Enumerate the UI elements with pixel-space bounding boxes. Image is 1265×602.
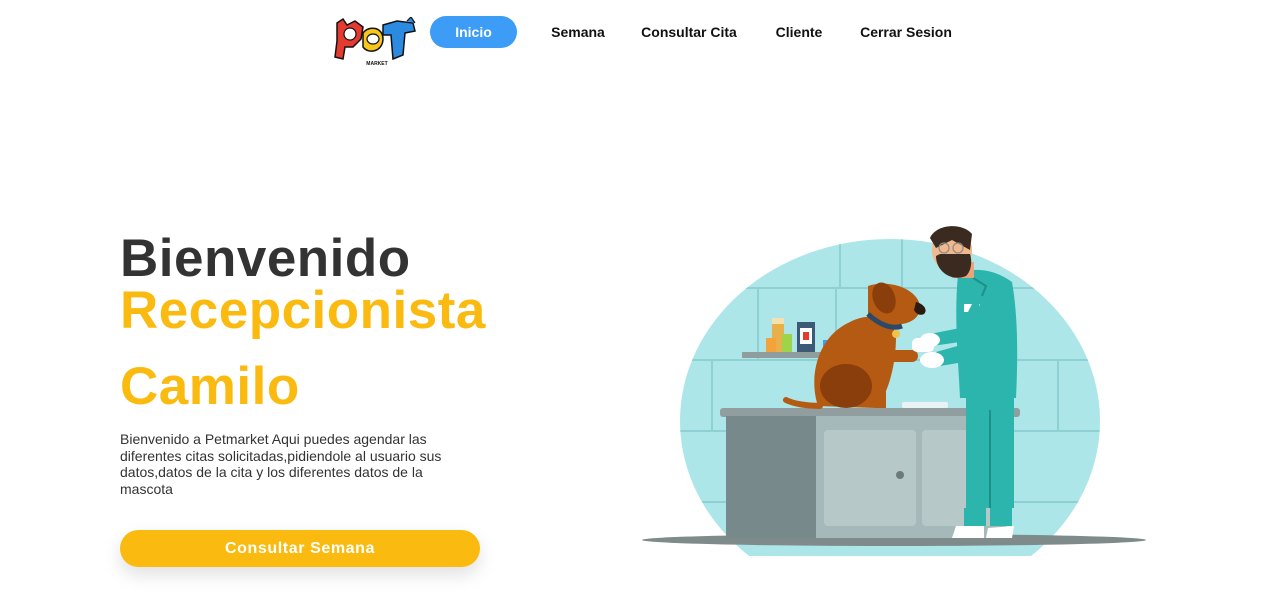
top-nav: MARKET Inicio Semana Consultar Cita Clie…	[0, 0, 1265, 70]
hero-role: Recepcionista	[120, 281, 486, 340]
hero-description: Bienvenido a Petmarket Aqui puedes agend…	[120, 431, 442, 497]
nav-item-semana[interactable]: Semana	[546, 16, 610, 48]
nav-item-consultar-cita[interactable]: Consultar Cita	[641, 16, 737, 48]
pet-market-logo[interactable]: MARKET	[333, 17, 417, 69]
nav-item-inicio[interactable]: Inicio	[430, 16, 517, 48]
nav-item-cliente[interactable]: Cliente	[770, 16, 828, 48]
vet-with-dog-illustration	[642, 226, 1146, 556]
logo-subtext: MARKET	[366, 61, 387, 67]
hero-title: Bienvenido	[120, 229, 411, 288]
nav-item-cerrar-sesion[interactable]: Cerrar Sesion	[858, 16, 954, 48]
consultar-semana-button[interactable]: Consultar Semana	[120, 530, 480, 567]
hero-user-name: Camilo	[120, 357, 300, 416]
